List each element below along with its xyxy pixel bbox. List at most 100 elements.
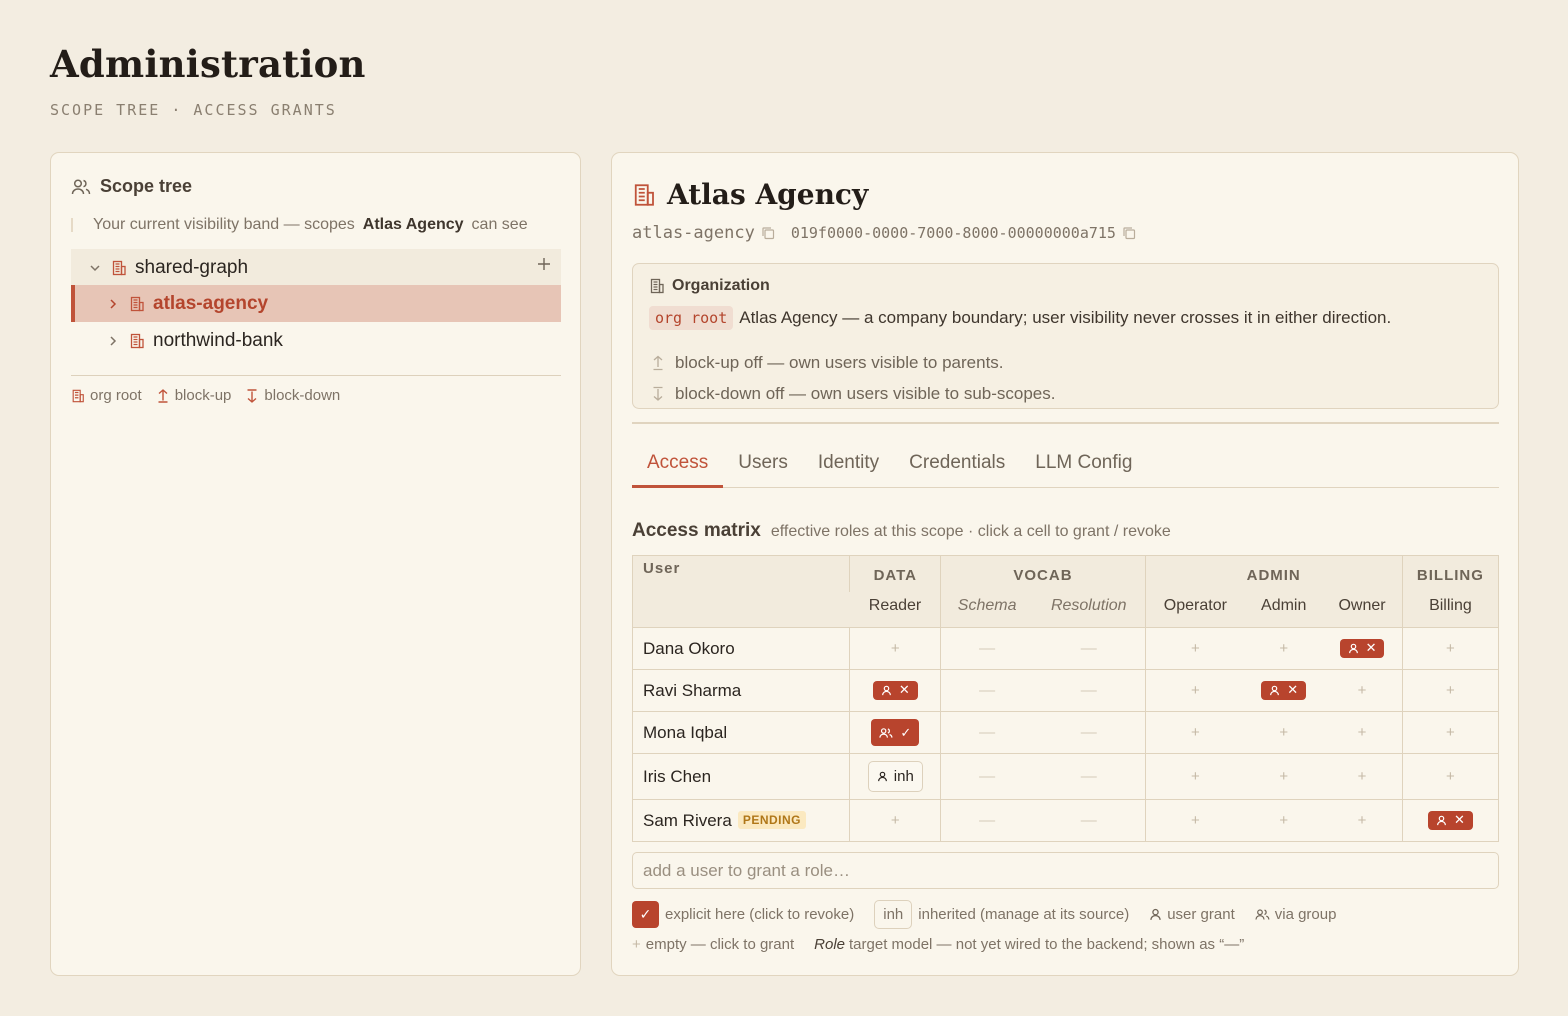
grant-cell-operator[interactable]: +: [1144, 753, 1246, 800]
explicit-user-grant[interactable]: ✕: [1261, 680, 1307, 700]
explicit-user-grant[interactable]: ✕: [1427, 810, 1473, 830]
grant-cell-schema: —: [940, 799, 1033, 842]
tab-credentials[interactable]: Credentials: [894, 451, 1020, 488]
revoke-icon: ✕: [898, 682, 910, 697]
users-icon: [71, 178, 91, 196]
grant-cell-billing[interactable]: +: [1401, 669, 1499, 712]
add-user-input[interactable]: [632, 852, 1499, 889]
grant-cell-owner[interactable]: +: [1322, 799, 1403, 842]
legend-block-down: block-down: [245, 387, 340, 404]
grant-cell-billing[interactable]: +: [1401, 753, 1499, 800]
grant-empty-cell[interactable]: +: [1446, 682, 1455, 699]
grant-empty-cell[interactable]: +: [1279, 768, 1288, 785]
divider: [632, 422, 1499, 424]
grant-empty-cell[interactable]: +: [891, 812, 900, 829]
tab-llm-config[interactable]: LLM Config: [1020, 451, 1147, 488]
grant-empty-cell[interactable]: +: [1358, 812, 1367, 829]
user-name-cell: Dana Okoro: [632, 627, 850, 670]
legend-empty-label: empty — click to grant: [645, 936, 795, 953]
access-matrix-title: Access matrix: [632, 520, 761, 541]
grant-cell-resolution: —: [1032, 711, 1146, 754]
scope-identifiers: atlas-agency 019f0000-0000-7000-8000-000…: [632, 223, 1136, 243]
grant-cell-owner[interactable]: +: [1322, 669, 1403, 712]
grant-cell-owner[interactable]: ✕: [1322, 627, 1403, 670]
grant-cell-admin[interactable]: +: [1245, 711, 1323, 754]
tree-node-label: shared-graph: [135, 256, 249, 278]
grant-empty-cell[interactable]: +: [1191, 724, 1200, 741]
tab-identity[interactable]: Identity: [803, 451, 894, 488]
grant-empty-cell[interactable]: +: [1358, 724, 1367, 741]
grant-cell-reader[interactable]: ✓: [849, 711, 941, 754]
legend-role-note: target model — not yet wired to the back…: [849, 936, 1245, 953]
grant-empty-cell[interactable]: +: [1446, 640, 1455, 657]
grant-cell-reader[interactable]: +: [849, 627, 941, 670]
role-header-resolution: Resolution: [1050, 597, 1127, 615]
grant-empty-cell[interactable]: +: [1191, 640, 1200, 657]
grant-cell-operator[interactable]: +: [1144, 799, 1246, 842]
grant-unavailable-cell: —: [1080, 811, 1097, 829]
grant-empty-cell[interactable]: +: [1446, 724, 1455, 741]
grant-cell-owner[interactable]: +: [1322, 753, 1403, 800]
grant-cell-billing[interactable]: +: [1401, 627, 1499, 670]
grant-empty-cell[interactable]: +: [1279, 640, 1288, 657]
tree-node-northwind-bank[interactable]: northwind-bank: [71, 322, 561, 359]
grant-cell-schema: —: [940, 627, 1033, 670]
grant-empty-cell[interactable]: +: [1191, 812, 1200, 829]
status-badge: PENDING: [737, 810, 806, 829]
tab-access[interactable]: Access: [632, 451, 724, 488]
chevron-down-icon[interactable]: [89, 262, 103, 274]
grant-cell-admin[interactable]: +: [1245, 799, 1323, 842]
grant-cell-operator[interactable]: +: [1144, 711, 1246, 754]
grant-cell-admin[interactable]: ✕: [1245, 669, 1323, 712]
scope-tree-legend: org root block-up block-down: [71, 387, 340, 404]
tree-node-shared-graph[interactable]: shared-graph: [71, 249, 561, 286]
grant-empty-cell[interactable]: +: [1446, 768, 1455, 785]
add-scope-icon[interactable]: [537, 257, 551, 271]
grant-empty-cell[interactable]: +: [1358, 682, 1367, 699]
scope-uuid: 019f0000-0000-7000-8000-00000000a715: [790, 224, 1116, 242]
grant-cell-reader[interactable]: ✕: [849, 669, 941, 712]
grant-empty-cell[interactable]: +: [1279, 724, 1288, 741]
matrix-legend-row-1: ✓ explicit here (click to revoke) inh in…: [632, 900, 1336, 929]
explicit-group-grant[interactable]: ✓: [871, 719, 920, 746]
page-title: Administration: [50, 42, 366, 86]
legend-inh-swatch: inh: [874, 900, 913, 929]
page-subtitle: SCOPE TREE · ACCESS GRANTS: [50, 101, 337, 119]
grant-cell-operator[interactable]: +: [1144, 669, 1246, 712]
arrow-up-icon: [156, 388, 170, 403]
grant-empty-cell[interactable]: +: [1358, 768, 1367, 785]
user-icon: [881, 685, 892, 696]
building-icon: [71, 389, 85, 403]
visibility-band: Your current visibility band — scopes At…: [71, 216, 528, 234]
grant-unavailable-cell: —: [979, 723, 996, 741]
copy-icon[interactable]: [761, 226, 775, 240]
grant-cell-admin[interactable]: +: [1245, 627, 1323, 670]
tab-users[interactable]: Users: [723, 451, 803, 488]
grant-empty-cell[interactable]: +: [1191, 768, 1200, 785]
grant-cell-admin[interactable]: +: [1245, 753, 1323, 800]
chevron-right-icon[interactable]: [107, 298, 121, 310]
explicit-user-grant[interactable]: ✕: [1339, 638, 1385, 658]
grant-cell-operator[interactable]: +: [1144, 627, 1246, 670]
building-icon: [111, 260, 127, 276]
grant-cell-billing[interactable]: +: [1401, 711, 1499, 754]
tree-node-atlas-agency[interactable]: atlas-agency: [71, 285, 561, 322]
chevron-right-icon[interactable]: [107, 335, 121, 347]
grant-empty-cell[interactable]: +: [1191, 682, 1200, 699]
access-matrix-body: Dana Okoro + — — + + ✕ + Ravi Sharma ✕ — — + ✕ + + Mona …: [632, 627, 1499, 842]
user-name: Iris Chen: [643, 766, 712, 786]
users-icon: [879, 727, 893, 739]
copy-icon[interactable]: [1122, 226, 1136, 240]
scope-tree-title: Scope tree: [100, 176, 193, 196]
matrix-legend-row-2: + empty — click to grant Role target mod…: [632, 936, 1244, 953]
grant-unavailable-cell: —: [979, 811, 996, 829]
grant-cell-reader[interactable]: +: [849, 799, 941, 842]
grant-empty-cell[interactable]: +: [1279, 812, 1288, 829]
grant-cell-billing[interactable]: ✕: [1401, 799, 1499, 842]
table-row: Dana Okoro + — — + + ✕ +: [632, 627, 1499, 670]
legend-via-group: via group: [1255, 906, 1336, 923]
explicit-user-grant[interactable]: ✕: [872, 680, 918, 700]
scope-tree-header: Scope tree: [71, 176, 192, 197]
grant-empty-cell[interactable]: +: [891, 640, 900, 657]
grant-cell-owner[interactable]: +: [1322, 711, 1403, 754]
